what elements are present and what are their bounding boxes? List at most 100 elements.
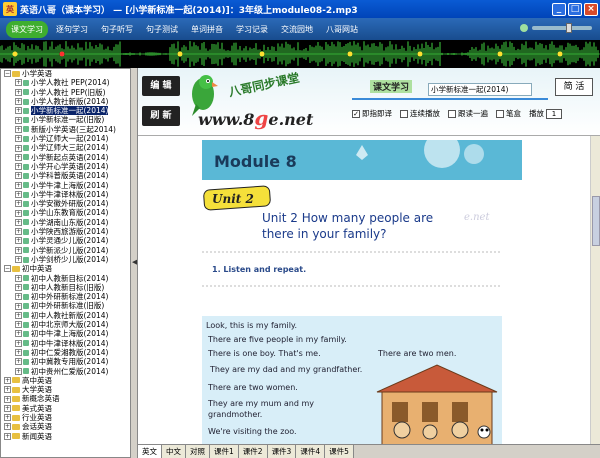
tree-item[interactable]: + 初中贵州仁爱版(2014): [1, 367, 130, 376]
expand-icon[interactable]: +: [15, 218, 22, 226]
expand-icon[interactable]: +: [15, 125, 22, 133]
sentence-marker[interactable]: [59, 51, 65, 57]
tree-item[interactable]: + 小学科普版英语(2014): [1, 171, 130, 180]
expand-icon[interactable]: +: [15, 200, 22, 208]
expand-icon[interactable]: +: [15, 181, 22, 189]
expand-icon[interactable]: +: [15, 339, 22, 347]
tab-courseware-1[interactable]: 课件1: [210, 445, 239, 458]
tree-item[interactable]: + 小学新起点英语(2014): [1, 153, 130, 162]
expand-icon[interactable]: +: [15, 153, 22, 161]
menu-item-records[interactable]: 学习记录: [231, 21, 273, 38]
tree-item[interactable]: + 小学牛津译林版(2014): [1, 190, 130, 199]
tree-item[interactable]: + 新版小学英语(三起2014): [1, 125, 130, 134]
menu-item-forum[interactable]: 交流园地: [276, 21, 318, 38]
tree-folder[interactable]: + 会话英语: [1, 422, 130, 431]
tree-item[interactable]: + 初中人教社新版(2014): [1, 311, 130, 320]
tree-item[interactable]: + 小学湖南山东版(2014): [1, 218, 130, 227]
tree-folder[interactable]: + 新概念英语: [1, 394, 130, 403]
book-select[interactable]: 小学新标准一起(2014): [428, 83, 532, 96]
tab-courseware-3[interactable]: 课件3: [267, 445, 297, 458]
expand-icon[interactable]: +: [15, 116, 22, 124]
expand-icon[interactable]: +: [15, 256, 22, 264]
expand-icon[interactable]: +: [15, 172, 22, 180]
maximize-button[interactable]: □: [568, 2, 582, 16]
expand-icon[interactable]: +: [15, 330, 22, 338]
sentence-marker[interactable]: [12, 51, 18, 57]
continuous-checkbox[interactable]: [400, 109, 408, 118]
expand-icon[interactable]: +: [15, 228, 22, 236]
tree-item[interactable]: + 小学新标准一起(旧版): [1, 115, 130, 124]
simplified-button[interactable]: 简 活: [555, 78, 593, 96]
sentence-marker[interactable]: [177, 51, 183, 57]
sentence-marker[interactable]: [497, 51, 503, 57]
expand-icon[interactable]: +: [15, 209, 22, 217]
tree-item[interactable]: + 初中人教新目标(2014): [1, 274, 130, 283]
sentence-marker[interactable]: [417, 51, 423, 57]
tree-folder[interactable]: + 行业英语: [1, 413, 130, 422]
tree-item[interactable]: + 小学灵通少儿版(2014): [1, 236, 130, 245]
instant-translate-checkbox[interactable]: ✓: [352, 109, 360, 118]
expand-icon[interactable]: +: [4, 404, 11, 412]
menu-item-website[interactable]: 八哥网站: [321, 21, 363, 38]
tree-item[interactable]: + 小学新派少儿版(2014): [1, 246, 130, 255]
expand-icon[interactable]: +: [15, 311, 22, 319]
minimize-button[interactable]: _: [552, 2, 566, 16]
expand-icon[interactable]: +: [4, 414, 11, 422]
tree-item[interactable]: + 初中北京师大版(2014): [1, 320, 130, 329]
sentence-marker[interactable]: [557, 51, 563, 57]
expand-icon[interactable]: +: [15, 237, 22, 245]
tree-item[interactable]: + 小学辽师大三起(2014): [1, 143, 130, 152]
collapse-icon[interactable]: −: [4, 70, 11, 78]
expand-icon[interactable]: +: [15, 88, 22, 96]
expand-icon[interactable]: +: [15, 321, 22, 329]
option-continuous[interactable]: 连续播放: [400, 108, 440, 119]
tree-item[interactable]: + 小学陕西旅游版(2014): [1, 227, 130, 236]
menu-item-dictation[interactable]: 句子听写: [96, 21, 138, 38]
expand-icon[interactable]: +: [15, 246, 22, 254]
expand-icon[interactable]: +: [15, 144, 22, 152]
expand-icon[interactable]: +: [15, 191, 22, 198]
expand-icon[interactable]: +: [15, 283, 22, 291]
pen-checkbox[interactable]: [496, 109, 504, 118]
option-pen[interactable]: 笔盒: [496, 108, 521, 119]
expand-icon[interactable]: +: [15, 358, 22, 366]
tree-item[interactable]: + 小学人教社 PEP(2014): [1, 78, 130, 87]
tab-courseware-5[interactable]: 课件5: [325, 445, 354, 458]
tree-item[interactable]: + 初中牛津上海版(2014): [1, 329, 130, 338]
repeat-checkbox[interactable]: [448, 109, 456, 118]
expand-icon[interactable]: +: [4, 423, 11, 431]
expand-icon[interactable]: +: [15, 98, 22, 106]
tree-item[interactable]: + 初中牛津译林版(2014): [1, 339, 130, 348]
scrollbar-thumb[interactable]: [592, 196, 600, 246]
tree-item[interactable]: + 小学辽师大一起(2014): [1, 134, 130, 143]
expand-icon[interactable]: +: [15, 135, 22, 143]
tab-courseware-4[interactable]: 课件4: [296, 445, 326, 458]
play-count-spinner[interactable]: 1: [546, 108, 562, 119]
sentence-marker[interactable]: [259, 51, 265, 57]
tree-folder[interactable]: + 大学英语: [1, 385, 130, 394]
close-button[interactable]: ×: [584, 2, 598, 16]
tree-item[interactable]: + 初中冀教专用版(2014): [1, 357, 130, 366]
menu-item-text-study[interactable]: 课文学习: [6, 20, 48, 38]
refresh-button[interactable]: 刷 新: [142, 106, 180, 126]
expand-icon[interactable]: +: [4, 395, 11, 403]
tab-english[interactable]: 英文: [138, 445, 162, 458]
tree-item[interactable]: + 小学山东教育版(2014): [1, 208, 130, 217]
tree-folder[interactable]: − 初中英语: [1, 264, 130, 273]
expand-icon[interactable]: +: [4, 432, 11, 440]
tree-folder[interactable]: − 小学英语: [1, 69, 130, 78]
edit-button[interactable]: 编 辑: [142, 76, 180, 96]
tree-item[interactable]: + 小学人教社 PEP(旧版): [1, 88, 130, 97]
volume-slider[interactable]: [532, 23, 592, 33]
tree-item[interactable]: + 初中仁爱湘教版(2014): [1, 348, 130, 357]
expand-icon[interactable]: +: [15, 367, 22, 375]
tree-folder[interactable]: + 新闻英语: [1, 432, 130, 441]
expand-icon[interactable]: +: [15, 107, 22, 115]
tree-item[interactable]: + 小学牛津上海版(2014): [1, 181, 130, 190]
tree-folder[interactable]: + 高中英语: [1, 376, 130, 385]
tree-item[interactable]: + 初中外研新标准(旧版): [1, 301, 130, 310]
option-instant-translate[interactable]: ✓ 即指即译: [352, 108, 392, 119]
volume-slider-knob[interactable]: [566, 23, 572, 33]
tab-courseware-2[interactable]: 课件2: [238, 445, 268, 458]
vertical-scrollbar[interactable]: [590, 136, 600, 446]
